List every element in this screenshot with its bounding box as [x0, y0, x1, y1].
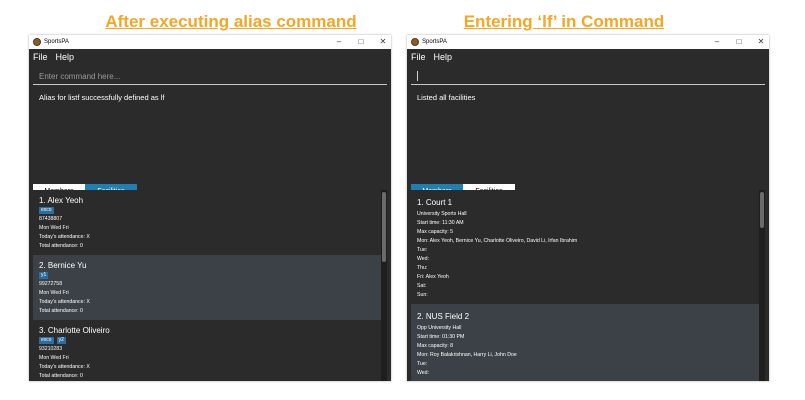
facility-allocation-tue: Tue: [417, 361, 428, 367]
right-caption: Entering ‘lf’ in Command [463, 12, 665, 31]
member-days: Mon Wed Fri [39, 225, 69, 231]
menu-bar: File Help [29, 49, 391, 65]
scrollbar-thumb[interactable] [760, 192, 764, 228]
member-phone: 99272758 [39, 281, 63, 287]
facility-card[interactable]: 1. Court 1 University Sports Hall Start … [411, 190, 759, 304]
command-box[interactable] [411, 68, 765, 85]
facility-card[interactable]: 2. NUS Field 2 Opp University Hall Start… [411, 304, 759, 381]
result-display: Listed all facilities [407, 85, 769, 177]
member-phone: 87438807 [39, 216, 63, 222]
minimize-icon[interactable]: – [713, 35, 721, 49]
left-app-window: SportsPA – □ ✕ File Help Enter command h… [29, 35, 391, 381]
member-card[interactable]: 3. Charlotte Oliveiro exco y2 93210283 M… [33, 320, 381, 381]
member-list: 1. Alex Yeoh exco 87438807 Mon Wed Fri T… [33, 190, 387, 381]
app-logo-icon [411, 38, 419, 46]
facility-capacity: Max capacity: 5 [417, 229, 454, 235]
title-bar: SportsPA – □ ✕ [29, 35, 391, 49]
facility-allocation-wed: Wed: [417, 256, 430, 262]
left-caption: After executing alias command [105, 12, 357, 31]
maximize-icon[interactable]: □ [735, 35, 743, 49]
member-name: 3. Charlotte Oliveiro [39, 326, 110, 335]
facility-list: 1. Court 1 University Sports Hall Start … [411, 190, 765, 381]
member-card[interactable]: 1. Alex Yeoh exco 87438807 Mon Wed Fri T… [33, 190, 381, 255]
app-title: SportsPA [44, 39, 69, 45]
facility-location: University Sports Hall [417, 211, 467, 217]
facility-name: 1. Court 1 [417, 198, 453, 207]
command-box[interactable]: Enter command here... [33, 68, 387, 85]
text-caret [417, 71, 418, 81]
facility-allocation-mon: Mon: Roy Balakrishnan, Harry Li, John Do… [417, 352, 517, 358]
tag-badge: exco [39, 207, 54, 214]
command-input[interactable]: Enter command here... [39, 72, 120, 81]
scrollbar[interactable] [760, 192, 764, 381]
result-text: Listed all facilities [417, 93, 476, 102]
menu-file[interactable]: File [411, 52, 426, 62]
member-total-attendance: Total attendance: 0 [39, 308, 83, 314]
result-text: Alias for listf successfully defined as … [39, 93, 165, 102]
member-phone: 93210283 [39, 346, 63, 352]
menu-file[interactable]: File [33, 52, 48, 62]
menu-bar: File Help [407, 49, 769, 65]
scrollbar-thumb[interactable] [382, 192, 386, 262]
facility-name: 2. NUS Field 2 [417, 312, 470, 321]
facility-start-time: Start time: 11:30 AM [417, 220, 464, 226]
member-days: Mon Wed Fri [39, 355, 69, 361]
facility-allocation-wed: Wed: [417, 370, 430, 376]
member-total-attendance: Total attendance: 0 [39, 243, 83, 249]
tag-badge: exco [39, 337, 54, 344]
member-today-attendance: Today's attendance: X [39, 234, 90, 240]
facility-start-time: Start time: 01:30 PM [417, 334, 465, 340]
facility-allocation-tue: Tue: [417, 247, 428, 253]
menu-help[interactable]: Help [434, 52, 453, 62]
tag-badge: y1 [39, 272, 49, 279]
scrollbar[interactable] [382, 192, 386, 381]
member-total-attendance: Total attendance: 0 [39, 373, 83, 379]
member-today-attendance: Today's attendance: X [39, 364, 90, 370]
member-name: 1. Alex Yeoh [39, 196, 84, 205]
menu-help[interactable]: Help [56, 52, 75, 62]
member-name: 2. Bernice Yu [39, 261, 87, 270]
result-display: Alias for listf successfully defined as … [29, 85, 391, 177]
right-app-window: SportsPA – □ ✕ File Help Listed all faci… [407, 35, 769, 381]
member-today-attendance: Today's attendance: X [39, 299, 90, 305]
member-days: Mon Wed Fri [39, 290, 69, 296]
facility-capacity: Max capacity: 8 [417, 343, 454, 349]
facility-allocation-sat: Sat: [417, 283, 427, 289]
facility-location: Opp University Hall [417, 325, 462, 331]
facility-allocation-thu: Thu: [417, 265, 428, 271]
facility-allocation-sun: Sun: [417, 292, 428, 298]
maximize-icon[interactable]: □ [357, 35, 365, 49]
title-bar: SportsPA – □ ✕ [407, 35, 769, 49]
minimize-icon[interactable]: – [335, 35, 343, 49]
member-card[interactable]: 2. Bernice Yu y1 99272758 Mon Wed Fri To… [33, 255, 381, 320]
tag-badge: y2 [56, 337, 66, 344]
app-title: SportsPA [422, 39, 447, 45]
facility-allocation-mon: Mon: Alex Yeoh, Bernice Yu, Charlotte Ol… [417, 238, 578, 244]
close-icon[interactable]: ✕ [379, 35, 387, 49]
facility-allocation-fri: Fri: Alex Yeoh [417, 274, 449, 280]
app-logo-icon [33, 38, 41, 46]
close-icon[interactable]: ✕ [757, 35, 765, 49]
